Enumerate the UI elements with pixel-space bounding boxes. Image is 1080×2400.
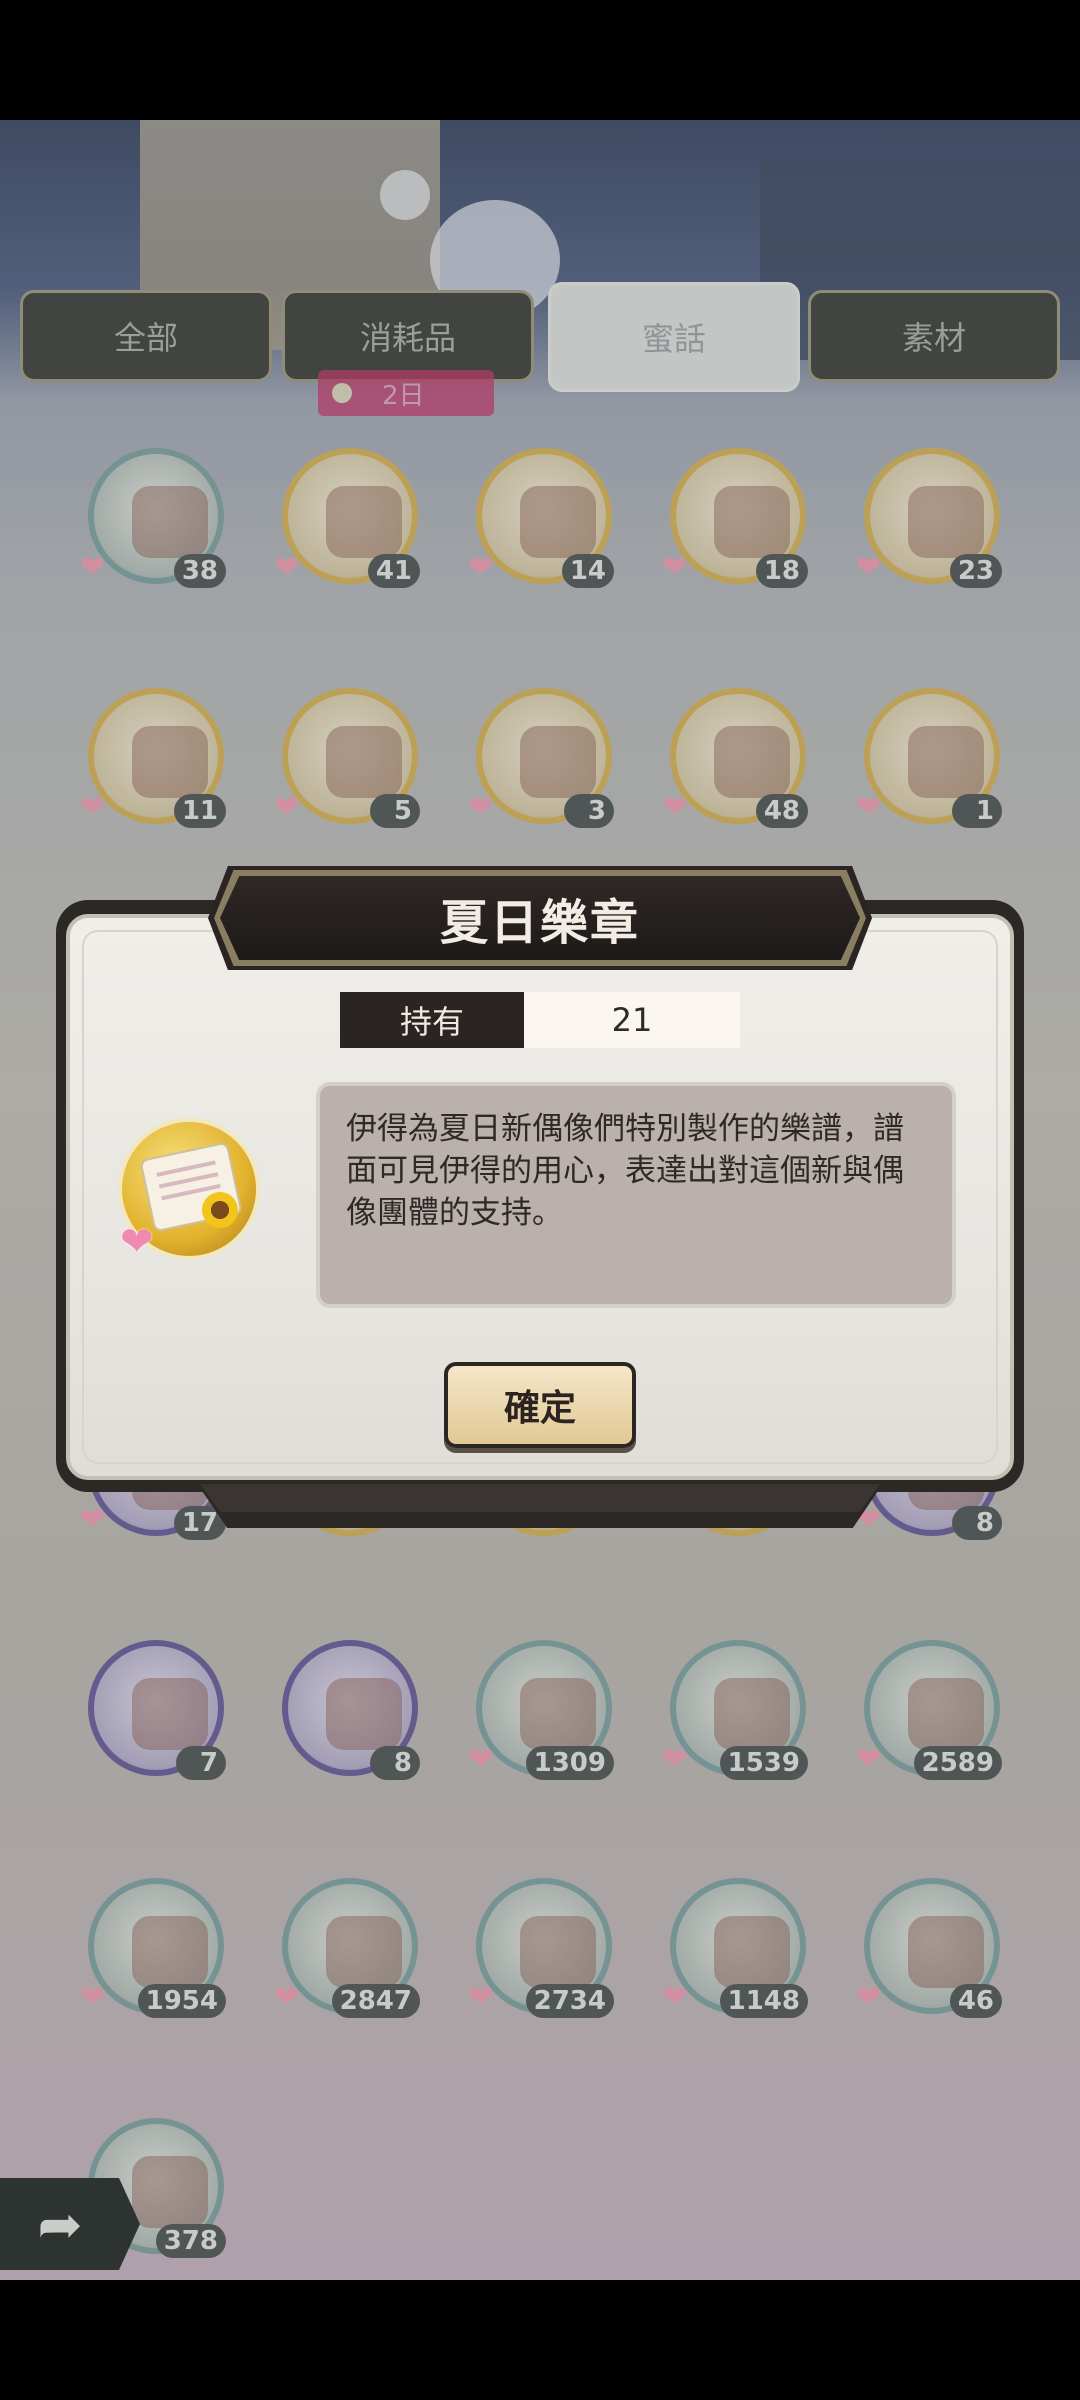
item-description: 伊得為夏日新偶像們特別製作的樂譜，譜面可見伊得的用心，表達出對這個新與偶像團體的…	[316, 1082, 956, 1308]
owned-label: 持有	[340, 992, 524, 1048]
confirm-label: 確定	[503, 1388, 576, 1429]
system-nav-bar	[0, 2280, 1080, 2400]
item-description-text: 伊得為夏日新偶像們特別製作的樂譜，譜面可見伊得的用心，表達出對這個新與偶像團體的…	[346, 1111, 904, 1231]
back-arrow-icon: ➦	[37, 2192, 83, 2256]
heart-icon: ❤	[120, 1219, 154, 1265]
dialog-bottom-trim-inner	[200, 1484, 880, 1512]
dialog-title: 夏日樂章	[439, 895, 640, 951]
status-bar	[0, 0, 1080, 120]
confirm-button[interactable]: 確定	[444, 1362, 636, 1448]
owned-value: 21	[524, 992, 740, 1048]
back-button[interactable]: ➦	[0, 2178, 140, 2270]
owned-count-row: 持有 21	[340, 992, 740, 1048]
title-plate: 夏日樂章	[220, 876, 860, 960]
sunflower-icon	[202, 1192, 238, 1228]
